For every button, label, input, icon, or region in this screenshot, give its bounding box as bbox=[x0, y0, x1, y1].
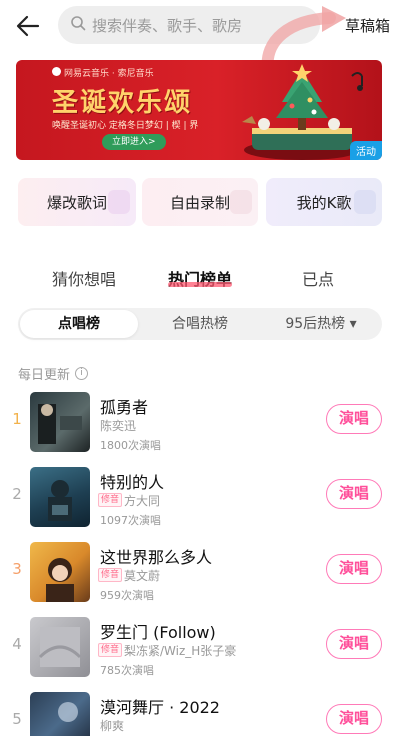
active-tab-indicator bbox=[168, 282, 232, 287]
play-count: 785次演唱 bbox=[100, 664, 154, 677]
song-artist: 梨冻紧/Wiz_H张子豪 bbox=[124, 644, 237, 658]
activity-tag: 活动 bbox=[350, 141, 382, 160]
album-cover bbox=[30, 692, 90, 736]
song-row[interactable]: 1 孤勇者 陈奕迅 1800次演唱 演唱 bbox=[0, 392, 400, 456]
song-artist: 陈奕迅 bbox=[100, 419, 137, 433]
play-count: 1800次演唱 bbox=[100, 439, 161, 452]
search-placeholder: 搜索伴奏、歌手、歌房 bbox=[92, 16, 243, 35]
rewrite-lyrics-label: 爆改歌词 bbox=[46, 193, 107, 212]
rank-number: 5 bbox=[12, 710, 22, 728]
banner-subtitle: 唤醒圣诞初心 定格冬日梦幻 | 楔 | 界 bbox=[52, 121, 199, 131]
info-icon[interactable]: i bbox=[75, 367, 89, 380]
song-title: 这世界那么多人 bbox=[100, 548, 213, 567]
daily-update-label: 每日更新 i bbox=[18, 364, 89, 383]
song-row[interactable]: 4 罗生门 (Follow) 修音 梨冻紧/Wiz_H张子豪 785次演唱 演唱 bbox=[0, 617, 400, 681]
song-artist: 莫文蔚 bbox=[124, 569, 161, 583]
daily-update-text: 每日更新 bbox=[18, 368, 71, 383]
chart-segment-control: 点唱榜 合唱热榜 95后热榜 ▾ bbox=[18, 308, 382, 340]
microphone-deco-icon bbox=[230, 190, 252, 214]
top-bar: 搜索伴奏、歌手、歌房 草稿箱 bbox=[0, 0, 400, 52]
promo-banner[interactable]: 网易云音乐 · 索尼音乐 圣诞欢乐颂 唤醒圣诞初心 定格冬日梦幻 | 楔 | 界… bbox=[16, 60, 382, 160]
play-count: 1097次演唱 bbox=[100, 514, 161, 527]
song-artist: 柳爽 bbox=[100, 719, 125, 733]
sing-button[interactable]: 演唱 bbox=[326, 479, 382, 509]
banner-enter-button[interactable]: 立即进入> bbox=[102, 134, 166, 150]
sing-button[interactable]: 演唱 bbox=[326, 704, 382, 734]
album-cover bbox=[30, 617, 90, 677]
segment-post95-chart[interactable]: 95后热榜 ▾ bbox=[262, 308, 380, 340]
back-arrow-icon[interactable] bbox=[14, 12, 42, 40]
tab-guess-you-like[interactable]: 猜你想唱 bbox=[52, 266, 116, 290]
lyrics-deco-icon bbox=[108, 190, 130, 214]
draft-box-button[interactable]: 草稿箱 bbox=[345, 15, 390, 36]
rank-number: 1 bbox=[12, 410, 22, 428]
song-title: 罗生门 (Follow) bbox=[100, 623, 216, 642]
banner-brand: 网易云音乐 · 索尼音乐 bbox=[64, 69, 154, 79]
song-row[interactable]: 2 特别的人 修音 方大同 1097次演唱 演唱 bbox=[0, 467, 400, 531]
free-record-label: 自由录制 bbox=[169, 193, 230, 212]
user-deco-icon bbox=[354, 190, 376, 214]
search-icon bbox=[70, 15, 86, 35]
rank-number: 3 bbox=[12, 560, 22, 578]
rank-number: 4 bbox=[12, 635, 22, 653]
my-ktv-card[interactable]: 我的K歌 bbox=[266, 178, 382, 226]
my-ktv-label: 我的K歌 bbox=[296, 193, 352, 212]
song-artist: 方大同 bbox=[124, 494, 161, 508]
search-input[interactable]: 搜索伴奏、歌手、歌房 bbox=[58, 6, 320, 44]
tuned-badge: 修音 bbox=[98, 643, 123, 657]
segment-request-chart[interactable]: 点唱榜 bbox=[20, 310, 138, 338]
album-cover bbox=[30, 467, 90, 527]
song-row[interactable]: 3 这世界那么多人 修音 莫文蔚 959次演唱 演唱 bbox=[0, 542, 400, 606]
song-title: 漠河舞厅 · 2022 bbox=[100, 698, 220, 717]
rank-number: 2 bbox=[12, 485, 22, 503]
netease-logo-icon bbox=[52, 67, 61, 76]
sing-button[interactable]: 演唱 bbox=[326, 404, 382, 434]
song-title: 孤勇者 bbox=[100, 398, 149, 417]
rewrite-lyrics-card[interactable]: 爆改歌词 bbox=[18, 178, 136, 226]
album-cover bbox=[30, 392, 90, 452]
segment-duet-chart[interactable]: 合唱热榜 bbox=[140, 308, 260, 340]
album-cover bbox=[30, 542, 90, 602]
sing-button[interactable]: 演唱 bbox=[326, 554, 382, 584]
play-count: 959次演唱 bbox=[100, 589, 154, 602]
tuned-badge: 修音 bbox=[98, 493, 123, 507]
free-record-card[interactable]: 自由录制 bbox=[142, 178, 258, 226]
banner-title: 圣诞欢乐颂 bbox=[52, 88, 193, 118]
tuned-badge: 修音 bbox=[98, 568, 123, 582]
sing-button[interactable]: 演唱 bbox=[326, 629, 382, 659]
tab-ordered[interactable]: 已点 bbox=[302, 266, 334, 290]
song-row[interactable]: 5 漠河舞厅 · 2022 柳爽 演唱 bbox=[0, 692, 400, 736]
song-title: 特别的人 bbox=[100, 473, 165, 492]
